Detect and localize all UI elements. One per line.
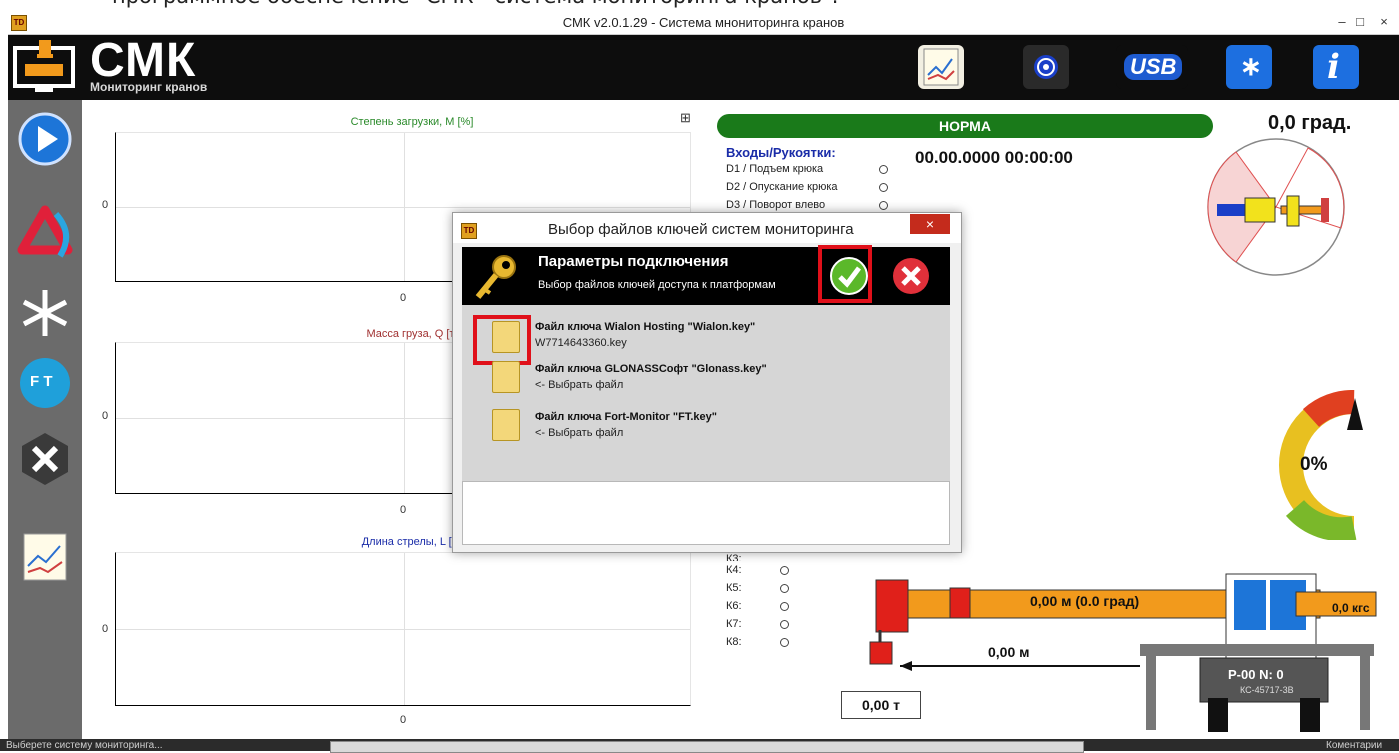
- key-value: <- Выбрать файл: [535, 379, 624, 391]
- brand-title: СМК: [90, 34, 197, 87]
- report-button[interactable]: [16, 528, 74, 586]
- settings-button[interactable]: [16, 430, 74, 488]
- highlight-confirm: [818, 245, 872, 303]
- key-row-glonass: Файл ключа GLONASSСофт "Glonass.key" <- …: [462, 357, 950, 401]
- dialog-titlebar: TD Выбор файлов ключей систем мониторинг…: [453, 213, 961, 243]
- play-icon: [18, 112, 72, 166]
- input-k3: К3:: [726, 553, 742, 561]
- fort-monitor-button[interactable]: F T: [16, 354, 74, 412]
- y-tick: 0: [102, 410, 109, 422]
- input-led: [879, 183, 888, 192]
- wialon-button[interactable]: [16, 204, 74, 262]
- chart-button[interactable]: [918, 45, 964, 89]
- key-title: Файл ключа Wialon Hosting "Wialon.key": [535, 321, 756, 333]
- bluetooth-icon: ∗: [1240, 51, 1262, 81]
- chart-export-icon[interactable]: ⊞: [680, 110, 694, 125]
- crane-monitor-logo-icon: [13, 40, 75, 92]
- brand-subtitle: Мониторинг кранов: [90, 80, 208, 94]
- chart-title-load: Степень загрузки, M [%]: [350, 116, 474, 128]
- dialog-header: Параметры подключения Выбор файлов ключе…: [462, 245, 950, 305]
- input-k7: К7:: [726, 618, 742, 630]
- boom-chart: [115, 552, 691, 706]
- target-icon: [1034, 55, 1058, 79]
- input-led: [780, 566, 789, 575]
- input-k4: К4:: [726, 564, 742, 576]
- rotation-diagram: [1207, 138, 1345, 276]
- wialon-icon: [17, 205, 73, 258]
- load-gauge-value: 0%: [1300, 454, 1328, 475]
- dialog-close-button[interactable]: ×: [910, 214, 950, 234]
- load-value: 0,00 т: [841, 691, 921, 719]
- input-led: [780, 638, 789, 647]
- folder-open-icon[interactable]: [492, 361, 520, 393]
- input-led: [780, 620, 789, 629]
- key-row-fort: Файл ключа Fort-Monitor "FT.key" <- Выбр…: [462, 405, 950, 449]
- info-button[interactable]: i: [1313, 45, 1359, 89]
- chart-report-icon: [23, 533, 67, 581]
- radius-value: 0,00 м: [988, 644, 1030, 660]
- window-titlebar: TD СМК v2.0.1.29 - Система мнониторинга …: [8, 12, 1399, 35]
- dialog-header-title: Параметры подключения: [538, 253, 729, 270]
- x-tick: 0: [400, 504, 407, 516]
- bluetooth-button[interactable]: ∗: [1226, 45, 1272, 89]
- datetime: 00.00.0000 00:00:00: [915, 148, 1073, 167]
- dialog-title: Выбор файлов ключей систем мониторинга: [548, 221, 854, 238]
- dialog-log-area[interactable]: [462, 481, 950, 545]
- maximize-button[interactable]: □: [1348, 14, 1372, 30]
- input-k6: К6:: [726, 600, 742, 612]
- key-files-list: Файл ключа Wialon Hosting "Wialon.key" W…: [462, 305, 950, 481]
- force-value: 0,0 кгс: [1332, 601, 1370, 615]
- inputs-title: Входы/Рукоятки:: [726, 145, 836, 160]
- input-led: [780, 602, 789, 611]
- key-value: <- Выбрать файл: [535, 427, 624, 439]
- sidebar: F T: [8, 100, 82, 739]
- input-d1: D1 / Подъем крюка: [726, 163, 824, 175]
- y-tick: 0: [102, 199, 109, 211]
- input-led: [879, 201, 888, 210]
- key-value: W7714643360.key: [535, 337, 627, 349]
- close-window-button[interactable]: ×: [1372, 14, 1396, 30]
- glonass-icon: [22, 290, 68, 336]
- input-d2: D2 / Опускание крюка: [726, 181, 838, 193]
- key-icon: [475, 255, 516, 299]
- fort-monitor-icon: F T: [20, 358, 70, 408]
- key-files-dialog: TD Выбор файлов ключей систем мониторинг…: [452, 212, 962, 553]
- status-norm: НОРМА: [717, 114, 1213, 138]
- input-k8: К8:: [726, 636, 742, 648]
- start-button[interactable]: [16, 110, 74, 168]
- rotation-angle: 0,0 град.: [1268, 112, 1352, 134]
- key-row-wialon: Файл ключа Wialon Hosting "Wialon.key" W…: [462, 315, 950, 365]
- y-tick: 0: [102, 623, 109, 635]
- chart-icon: [923, 48, 959, 86]
- document-caption: программное обеспечение "СМК - система м…: [0, 0, 1399, 12]
- status-text: Выберете систему мониторинга...: [6, 740, 163, 751]
- usb-button[interactable]: USB: [1116, 45, 1188, 89]
- app-header: СМК Мониторинг кранов USB ∗ i: [8, 35, 1399, 100]
- input-led: [780, 584, 789, 593]
- input-d3: D3 / Поворот влево: [726, 199, 826, 211]
- comments-label[interactable]: Коментарии: [1326, 740, 1382, 751]
- progress-bar: [330, 741, 1084, 753]
- window-title: СМК v2.0.1.29 - Система мнониторинга кра…: [562, 15, 845, 30]
- plate-value: P-00 N: 0: [1228, 667, 1284, 682]
- dialog-app-icon: TD: [461, 223, 477, 239]
- key-title: Файл ключа Fort-Monitor "FT.key": [535, 411, 717, 423]
- input-k5: К5:: [726, 582, 742, 594]
- crane-model: КС-45717-3В: [1240, 685, 1294, 695]
- x-tick: 0: [400, 714, 407, 726]
- usb-icon: USB: [1124, 54, 1183, 80]
- glonass-button[interactable]: [16, 284, 74, 342]
- info-icon: i: [1327, 47, 1340, 87]
- folder-open-icon[interactable]: [492, 409, 520, 441]
- tools-icon: [22, 433, 68, 485]
- cancel-button[interactable]: [890, 255, 932, 297]
- target-button[interactable]: [1023, 45, 1069, 89]
- key-title: Файл ключа GLONASSСофт "Glonass.key": [535, 363, 767, 375]
- x-tick: 0: [400, 292, 407, 304]
- boom-length: 0,00 м (0.0 град): [1030, 593, 1140, 609]
- input-led: [879, 165, 888, 174]
- dialog-header-subtitle: Выбор файлов ключей доступа к платформам: [538, 279, 776, 291]
